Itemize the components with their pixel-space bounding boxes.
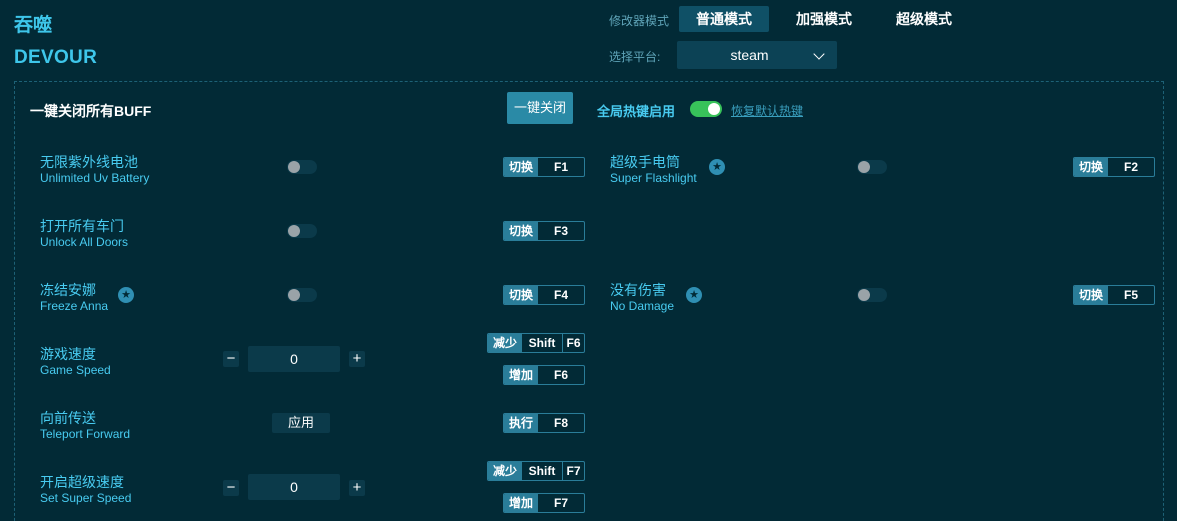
toggle-knob bbox=[288, 225, 300, 237]
mode-super-button[interactable]: 超级模式 bbox=[879, 6, 969, 32]
feature-label-zh: 无限紫外线电池 bbox=[40, 154, 138, 170]
hotkey-action: 切换 bbox=[504, 158, 539, 176]
no-damage-toggle[interactable] bbox=[857, 288, 887, 302]
feature-label-en: Freeze Anna bbox=[40, 299, 109, 313]
global-hotkey-label: 全局热键启用 bbox=[597, 104, 676, 119]
star-icon: ★ bbox=[709, 159, 725, 175]
hotkey-action: 减少 bbox=[488, 334, 523, 352]
hotkey-action: 切换 bbox=[1074, 286, 1109, 304]
toggle-knob bbox=[858, 289, 870, 301]
feature-label-en: Teleport Forward bbox=[40, 427, 131, 441]
trainer-window: 吞噬 DEVOUR 修改器模式 普通模式 加强模式 超级模式 选择平台: ste… bbox=[0, 0, 1177, 521]
feature-label-zh: 冻结安娜 bbox=[40, 282, 96, 298]
hotkey-action: 增加 bbox=[504, 366, 539, 384]
hotkey-badge-increase[interactable]: 增加 F7 bbox=[503, 493, 585, 513]
feature-label-en: Unlock All Doors bbox=[40, 235, 129, 249]
minus-icon[interactable]: − bbox=[223, 480, 239, 496]
cheat-panel bbox=[14, 81, 1164, 521]
hotkey-action: 切换 bbox=[504, 222, 539, 240]
star-icon: ★ bbox=[686, 287, 702, 303]
feature-label-zh: 开启超级速度 bbox=[40, 474, 124, 490]
hotkey-key: F7 bbox=[566, 464, 581, 478]
feature-label-zh: 没有伤害 bbox=[610, 282, 666, 298]
game-speed-value[interactable]: 0 bbox=[248, 346, 340, 372]
feature-label-en: Super Flashlight bbox=[610, 171, 697, 185]
super-flashlight-toggle[interactable] bbox=[857, 160, 887, 174]
toggle-knob bbox=[858, 161, 870, 173]
platform-value: steam bbox=[730, 47, 769, 63]
mode-enhanced-button[interactable]: 加强模式 bbox=[779, 6, 869, 32]
feature-label-en: Set Super Speed bbox=[40, 491, 132, 505]
platform-label: 选择平台: bbox=[609, 50, 661, 64]
hotkey-badge[interactable]: 切换 F4 bbox=[503, 285, 585, 305]
star-icon: ★ bbox=[118, 287, 134, 303]
hotkey-badge[interactable]: 切换 F1 bbox=[503, 157, 585, 177]
feature-label-zh: 打开所有车门 bbox=[40, 218, 124, 234]
hotkey-modifier: Shift bbox=[528, 464, 556, 478]
feature-label-zh: 向前传送 bbox=[40, 410, 96, 426]
hotkey-key: F7 bbox=[554, 496, 569, 510]
hotkey-badge-decrease[interactable]: 减少 Shift F7 bbox=[487, 461, 585, 481]
feature-label-en: Game Speed bbox=[40, 363, 111, 377]
feature-label-en: Unlimited Uv Battery bbox=[40, 171, 150, 185]
toggle-knob bbox=[288, 161, 300, 173]
hotkey-badge[interactable]: 切换 F3 bbox=[503, 221, 585, 241]
global-hotkey-toggle[interactable] bbox=[690, 101, 722, 117]
feature-label-zh: 超级手电筒 bbox=[610, 154, 680, 170]
hotkey-badge[interactable]: 切换 F2 bbox=[1073, 157, 1155, 177]
feature-label-en: No Damage bbox=[610, 299, 675, 313]
hotkey-action: 切换 bbox=[504, 286, 539, 304]
hotkey-key: F5 bbox=[1124, 288, 1139, 302]
unlimited-uv-battery-toggle[interactable] bbox=[287, 160, 317, 174]
freeze-anna-toggle[interactable] bbox=[287, 288, 317, 302]
hotkey-key: F4 bbox=[554, 288, 569, 302]
toggle-knob bbox=[288, 289, 300, 301]
unlock-all-doors-toggle[interactable] bbox=[287, 224, 317, 238]
mode-label: 修改器模式 bbox=[609, 14, 670, 28]
feature-label-zh: 游戏速度 bbox=[40, 346, 96, 362]
game-title-zh: 吞噬 bbox=[14, 15, 53, 36]
hotkey-action: 执行 bbox=[504, 414, 539, 432]
game-title-en: DEVOUR bbox=[14, 47, 98, 68]
hotkey-action: 切换 bbox=[1074, 158, 1109, 176]
hotkey-key: F6 bbox=[554, 368, 569, 382]
toggle-knob bbox=[708, 103, 720, 115]
hotkey-action: 减少 bbox=[488, 462, 523, 480]
plus-icon[interactable]: + bbox=[349, 351, 365, 367]
hotkey-key: F6 bbox=[566, 336, 581, 350]
hotkey-key: F2 bbox=[1124, 160, 1139, 174]
restore-default-hotkeys-link[interactable]: 恢复默认热键 bbox=[731, 102, 803, 119]
global-buff-title: 一键关闭所有BUFF bbox=[30, 103, 152, 119]
super-speed-value[interactable]: 0 bbox=[248, 474, 340, 500]
teleport-apply-button[interactable]: 应用 bbox=[272, 413, 330, 433]
hotkey-badge[interactable]: 切换 F5 bbox=[1073, 285, 1155, 305]
hotkey-key: F3 bbox=[554, 224, 569, 238]
hotkey-badge-decrease[interactable]: 减少 Shift F6 bbox=[487, 333, 585, 353]
hotkey-badge-increase[interactable]: 增加 F6 bbox=[503, 365, 585, 385]
minus-icon[interactable]: − bbox=[223, 351, 239, 367]
hotkey-modifier: Shift bbox=[528, 336, 556, 350]
hotkey-action: 增加 bbox=[504, 494, 539, 512]
platform-select[interactable]: steam bbox=[677, 41, 837, 69]
plus-icon[interactable]: + bbox=[349, 480, 365, 496]
hotkey-key: F1 bbox=[554, 160, 569, 174]
mode-normal-button[interactable]: 普通模式 bbox=[679, 6, 769, 32]
hotkey-key: F8 bbox=[554, 416, 569, 430]
one-click-close-button[interactable]: 一键关闭 bbox=[507, 92, 573, 124]
hotkey-badge[interactable]: 执行 F8 bbox=[503, 413, 585, 433]
